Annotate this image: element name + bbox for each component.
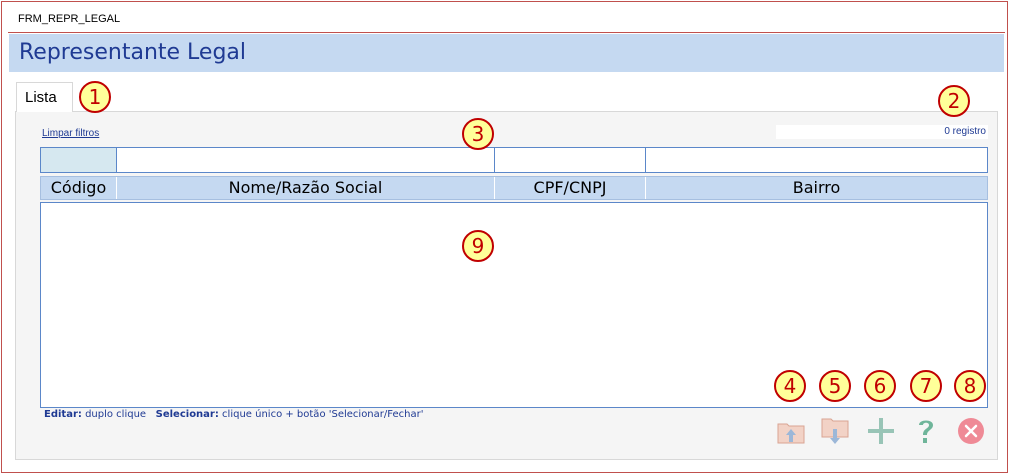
add-icon <box>868 418 894 444</box>
callout-8: 8 <box>954 370 986 402</box>
column-header-nome[interactable]: Nome/Razão Social <box>117 177 495 199</box>
export-button[interactable] <box>819 415 851 447</box>
record-count: 0 registro <box>776 125 988 139</box>
callout-9: 9 <box>462 230 494 262</box>
callout-1: 1 <box>79 81 111 113</box>
tab-lista[interactable]: Lista <box>16 82 73 112</box>
column-header-cpf-cnpj[interactable]: CPF/CNPJ <box>495 177 646 199</box>
callout-6: 6 <box>864 370 896 402</box>
header-band: Representante Legal <box>9 34 1004 72</box>
title-divider <box>8 32 1005 33</box>
filter-nome-input[interactable] <box>117 148 495 172</box>
close-icon <box>958 418 984 444</box>
callout-7: 7 <box>910 370 942 402</box>
table-header: Código Nome/Razão Social CPF/CNPJ Bairro <box>40 176 988 200</box>
import-folder-icon <box>777 423 805 444</box>
tab-lista-label: Lista <box>25 89 57 106</box>
hint-select-text: clique único + botão 'Selecionar/Fechar' <box>222 409 424 420</box>
usage-hint: Editar: duplo clique Selecionar: clique … <box>44 409 423 420</box>
callout-5: 5 <box>819 370 851 402</box>
window-title: FRM_REPR_LEGAL <box>18 13 121 25</box>
help-icon <box>919 420 933 443</box>
hint-edit-label: Editar: <box>44 409 82 420</box>
callout-3: 3 <box>462 118 494 150</box>
add-button[interactable] <box>865 415 897 447</box>
hint-edit-text: duplo clique <box>85 409 147 420</box>
help-button[interactable] <box>910 415 942 447</box>
page-title: Representante Legal <box>19 40 247 65</box>
filter-row <box>40 147 988 173</box>
column-header-bairro[interactable]: Bairro <box>646 177 987 199</box>
filter-cpf-cnpj-input[interactable] <box>495 148 646 172</box>
callout-4: 4 <box>774 370 806 402</box>
hint-select-label: Selecionar: <box>155 409 219 420</box>
close-button[interactable] <box>955 415 987 447</box>
column-header-codigo[interactable]: Código <box>41 177 117 199</box>
export-folder-icon <box>821 418 849 444</box>
callout-2: 2 <box>938 85 970 117</box>
import-button[interactable] <box>775 415 807 447</box>
clear-filters-link[interactable]: Limpar filtros <box>42 128 99 139</box>
filter-codigo-input[interactable] <box>41 148 117 172</box>
filter-bairro-input[interactable] <box>646 148 987 172</box>
